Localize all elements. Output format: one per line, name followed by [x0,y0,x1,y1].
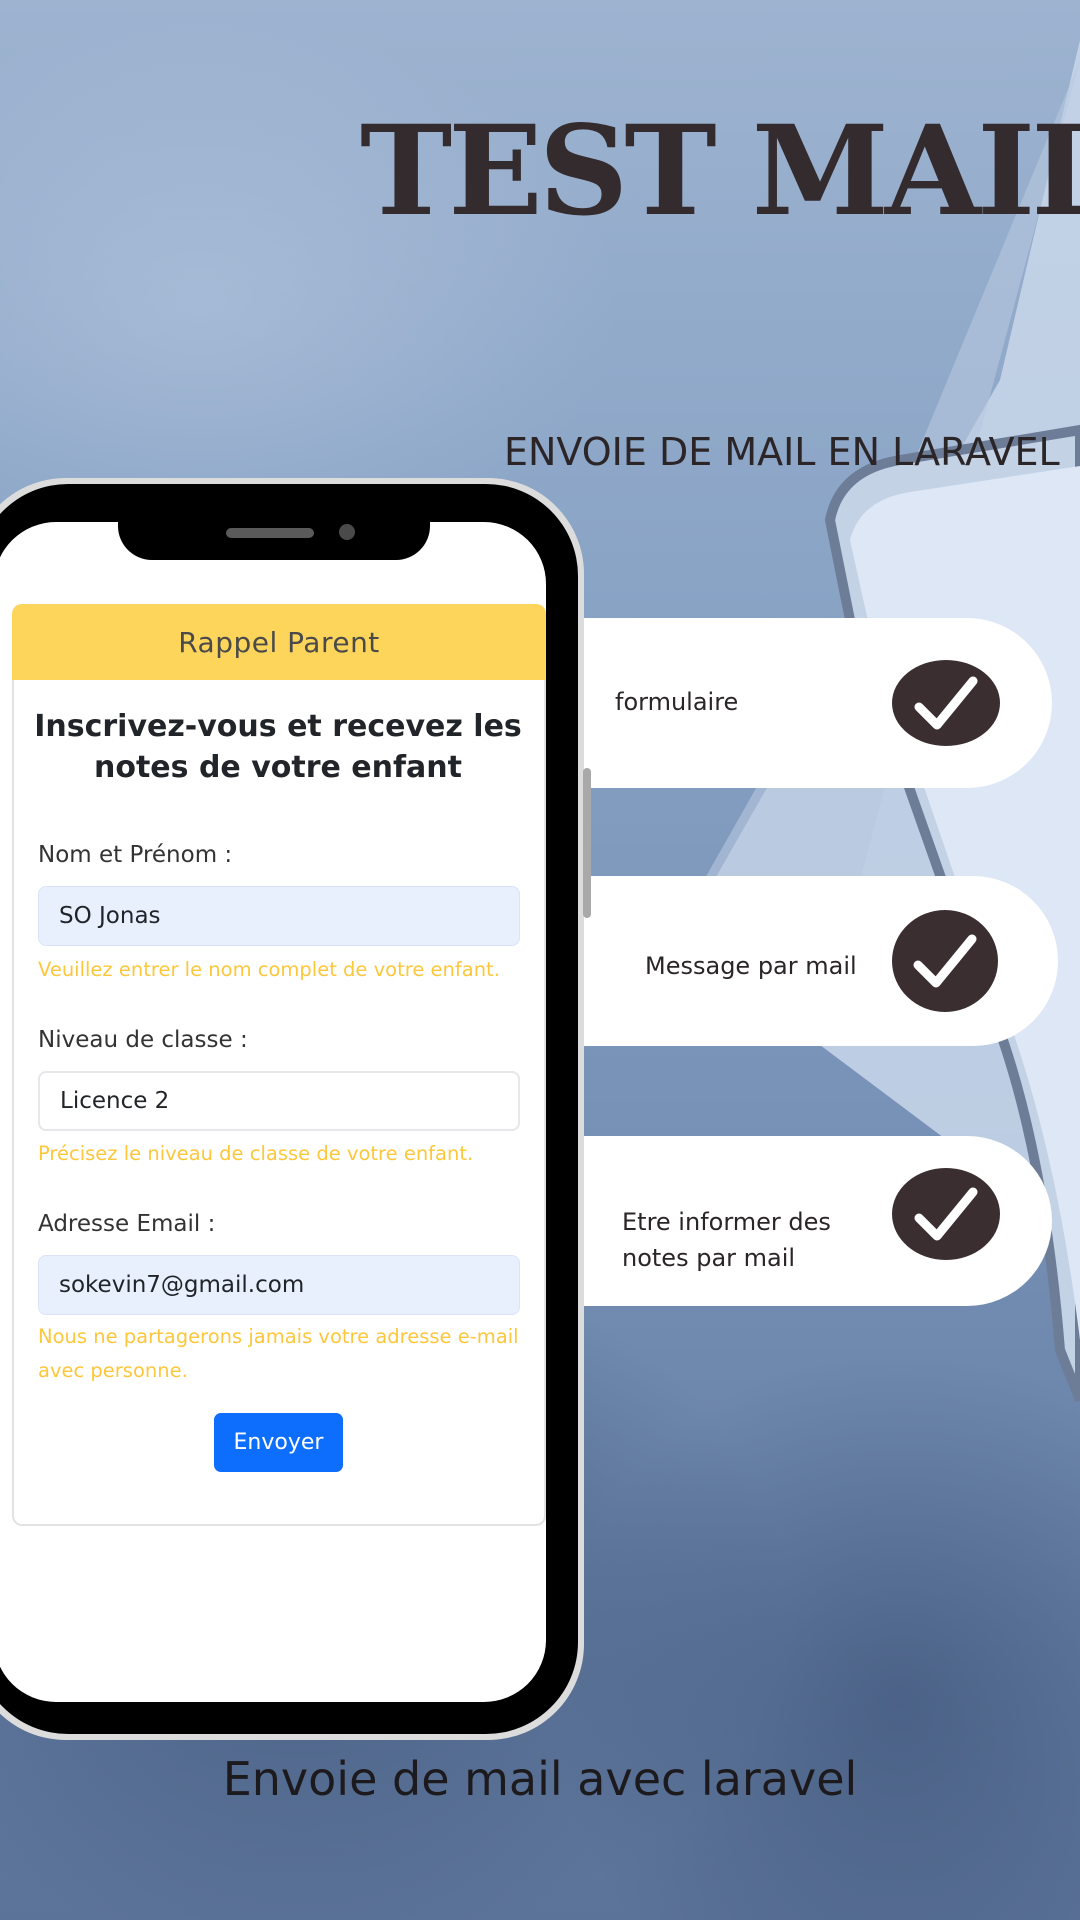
feature-label: formulaire [615,688,739,716]
feature-label: Message par mail [645,952,857,980]
check-icon [892,910,998,1012]
name-label: Nom et Prénom : [38,842,233,868]
name-help-text: Veuillez entrer le nom complet de votre … [38,958,500,981]
camera-icon [339,524,355,540]
poster-title: TEST MAIL [360,99,1080,244]
form-heading: Inscrivez-vous et recevez les notes de v… [34,709,522,785]
speaker-icon [226,528,314,538]
bottom-caption: Envoie de mail avec laravel [222,1752,858,1806]
poster-subtitle: ENVOIE DE MAIL EN LARAVEL [504,430,1060,474]
name-input[interactable]: SO Jonas [38,886,520,946]
check-icon [892,1168,1000,1260]
form-header: Rappel Parent [12,604,546,680]
email-label: Adresse Email : [38,1211,216,1237]
class-input[interactable]: Licence 2 [38,1071,520,1131]
phone-side-button [583,768,591,918]
email-input[interactable]: sokevin7@gmail.com [38,1255,520,1315]
email-help-text: Nous ne partagerons jamais votre adresse… [38,1325,519,1382]
check-icon [892,660,1000,746]
feature-label: Etre informer des notes par mail [622,1208,831,1272]
class-label: Niveau de classe : [38,1027,248,1053]
class-help-text: Précisez le niveau de classe de votre en… [38,1142,474,1165]
send-button[interactable]: Envoyer [214,1413,343,1472]
